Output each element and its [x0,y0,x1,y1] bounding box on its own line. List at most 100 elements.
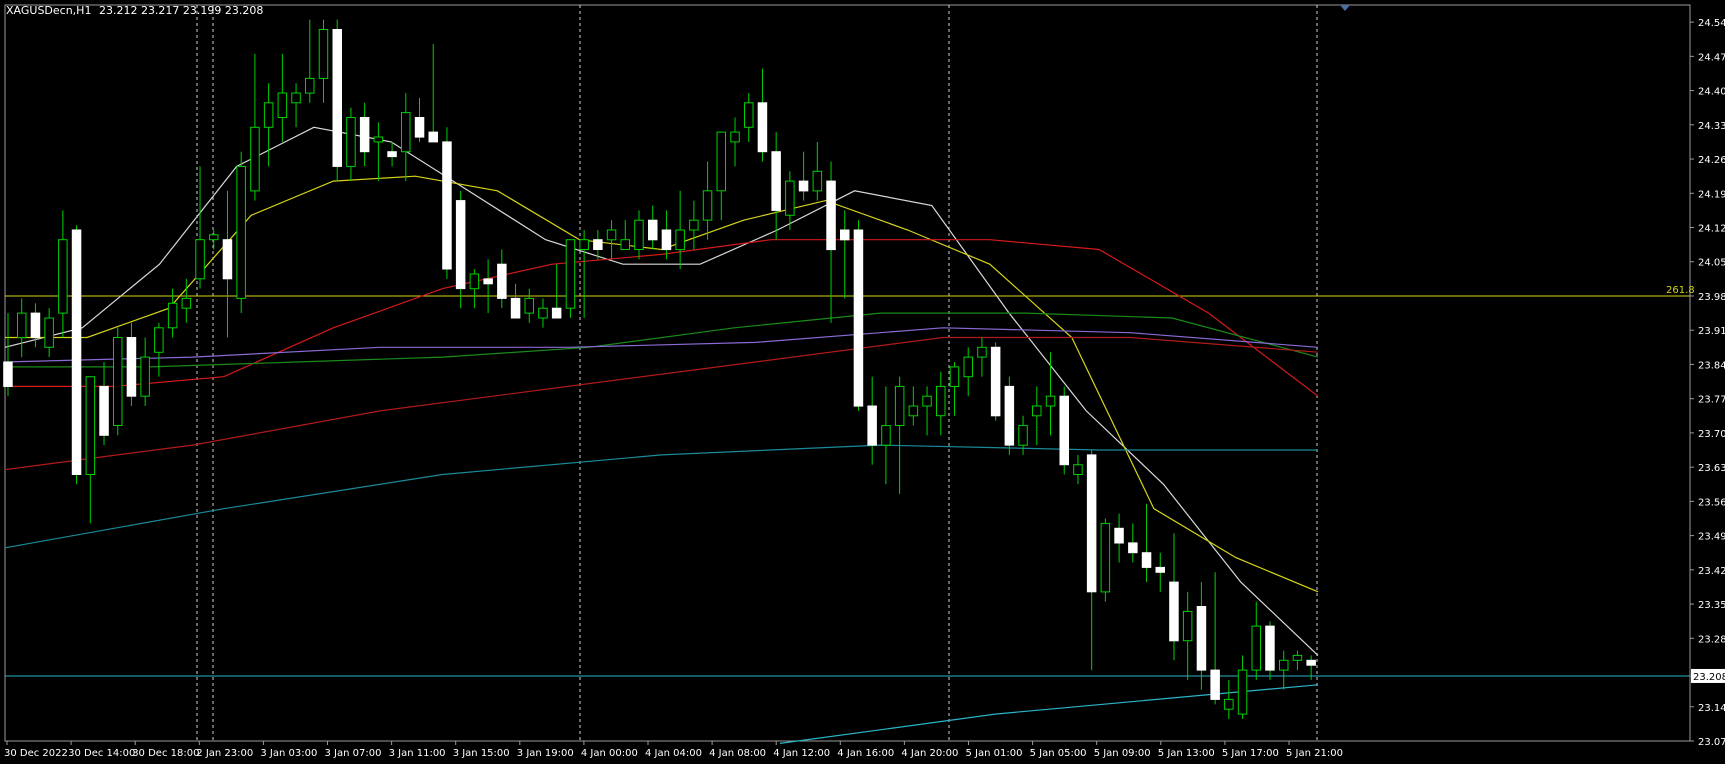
plot-frame [4,4,1691,742]
x-tick-label: 5 Jan 17:00 [1222,748,1279,759]
candle-body [881,425,891,446]
x-tick-label: 3 Jan 19:00 [517,748,574,759]
y-tick-label: 23.635 [1698,463,1725,474]
candle-body [1210,669,1220,700]
price-chart[interactable]: 24.545 24.475 24.405 24.335 24.265 24.195 24.1… [0,0,1725,764]
candle-body [318,29,329,79]
candle-body [1237,669,1248,715]
candle-body [291,92,301,104]
moving-average-line [4,126,1319,656]
candle-body [414,117,425,138]
moving-average-line [779,684,1319,744]
x-tick-label: 3 Jan 11:00 [389,748,446,759]
candle-body [305,77,315,94]
x-tick-label: 3 Jan 03:00 [260,748,317,759]
candle-body [455,200,466,290]
candle-body [332,29,342,167]
y-tick-label: 23.705 [1698,429,1725,440]
candle-body [1086,454,1097,593]
candle-body [1279,659,1289,671]
y-tick-label: 23.565 [1698,497,1725,508]
candle-body [250,126,260,192]
x-tick-label: 4 Jan 04:00 [645,748,702,759]
y-tick-label: 24.545 [1698,18,1725,29]
candle-body [167,302,178,329]
y-tick-label: 23.355 [1698,600,1725,611]
candle-body [702,190,713,221]
candle-body [730,131,740,143]
candle-body [181,297,192,309]
candle-body [757,102,768,153]
candle-body [44,317,54,348]
y-tick-label: 23.495 [1698,532,1725,543]
candle-body [1182,610,1193,642]
y-tick-label: 23.985 [1698,292,1725,303]
fib-level-label: 261.8 [1666,285,1695,296]
x-tick-label: 5 Jan 09:00 [1094,748,1151,759]
y-tick-label: 23.145 [1698,703,1725,714]
candle-body [963,356,973,378]
moving-average-line [4,327,1319,363]
candle-body [442,141,452,270]
candle-body [483,278,493,285]
bid-price-label: 23.208 [1693,672,1725,683]
candle-body [387,151,397,158]
x-tick-label: 4 Jan 20:00 [901,748,958,759]
candle-body [236,165,246,299]
y-tick-label: 23.425 [1698,566,1725,577]
candle-body [1004,385,1015,446]
x-tick-label: 4 Jan 08:00 [709,748,766,759]
candle-body [675,229,685,251]
candle-body [1224,698,1234,710]
candle-body [798,180,809,192]
candle-body [497,263,507,299]
x-tick-label: 30 Dec 2022 [4,748,68,759]
candle-body [593,239,603,250]
candle-body [771,151,781,211]
candle-body [401,112,411,153]
candle-body [936,385,946,417]
x-tick-label: 4 Jan 00:00 [581,748,638,759]
candle-body [510,297,521,319]
candle-body [524,297,534,314]
y-tick-label: 23.075 [1698,737,1725,748]
x-tick-label: 2 Jan 23:00 [196,748,253,759]
shift-marker-icon [1340,5,1350,11]
candle-body [826,180,836,251]
candle-body [99,385,109,436]
candle-body [620,239,630,250]
candle-body [1114,527,1124,544]
candle-body [113,337,123,426]
candle-body [1141,552,1152,568]
candle-body [894,385,905,426]
candle-body [126,337,137,397]
candle-body [1032,405,1042,417]
candle-body [1265,625,1275,671]
candle-body [551,307,562,319]
y-tick-label: 23.915 [1698,326,1725,337]
candle-body [1128,542,1138,554]
y-tick-label: 23.775 [1698,395,1725,406]
candle-body [85,376,96,476]
candle-body [990,346,1001,417]
candle-body [346,117,356,167]
candle-body [71,229,82,475]
candle-body [812,170,823,192]
candle-body [140,356,150,397]
candle-body [1251,625,1261,671]
candle-body [1169,581,1179,642]
y-tick-label: 24.265 [1698,155,1725,166]
candle-body [58,239,68,314]
candle-body [840,229,850,241]
candle-body [1018,425,1028,446]
candle-body [1059,395,1069,466]
candle-body [922,395,932,407]
candle-body [1155,566,1165,573]
candle-body [1306,659,1316,666]
x-tick-label: 5 Jan 13:00 [1158,748,1215,759]
candle-body [1045,395,1056,407]
x-tick-label: 4 Jan 12:00 [773,748,830,759]
x-tick-label: 3 Jan 15:00 [453,748,510,759]
candle-body [373,136,384,143]
candle-body [469,273,480,290]
